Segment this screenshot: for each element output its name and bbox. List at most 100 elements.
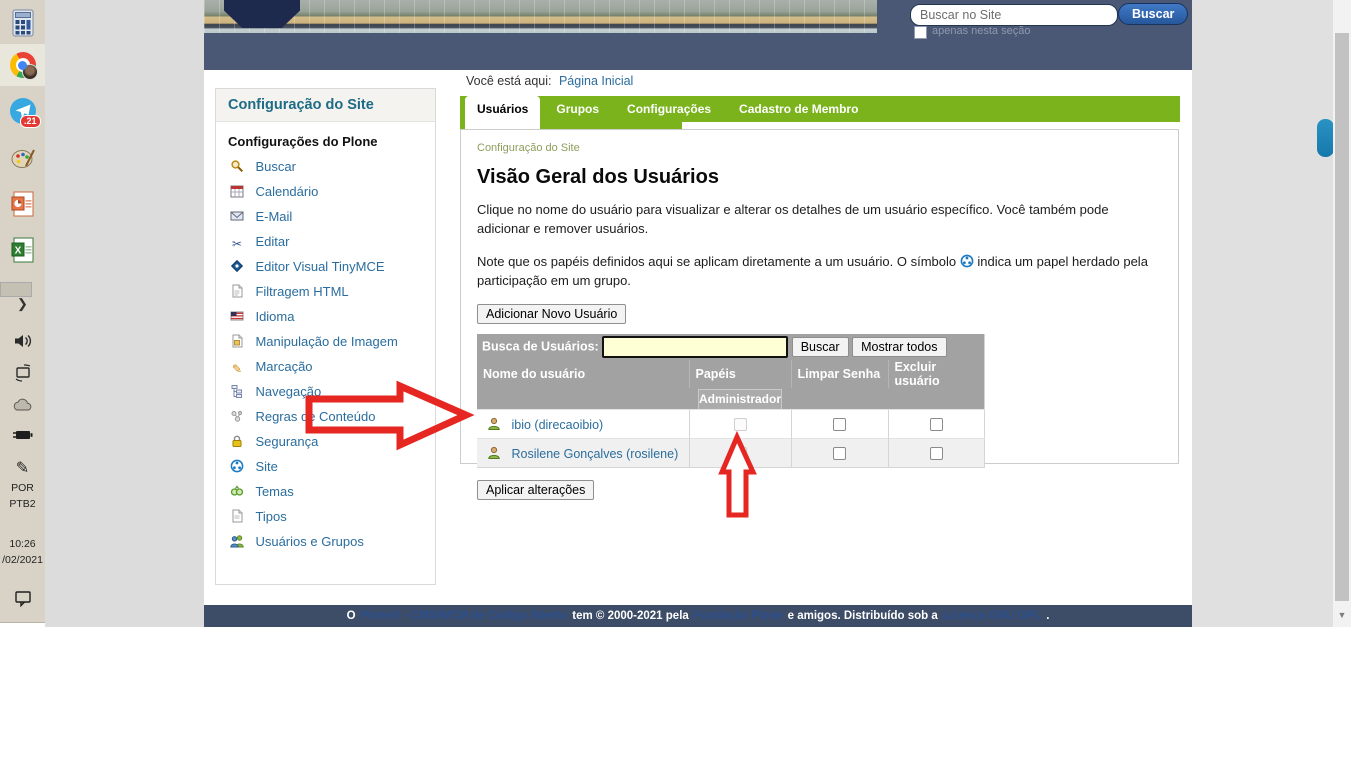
tab-usuarios[interactable]: Usuários	[465, 96, 540, 129]
sidebar-item-tinymce[interactable]: Editor Visual TinyMCE	[230, 258, 435, 276]
site-search-button[interactable]: Buscar	[1118, 3, 1188, 25]
site-setup-menu: Buscar Calendário E-Mail ✂ Editar Editor…	[216, 158, 435, 551]
col-username: Nome do usuário	[477, 360, 689, 388]
sidebar-item-filtragem-html[interactable]: Filtragem HTML	[230, 283, 435, 301]
user-search-label: Busca de Usuários:	[482, 340, 599, 354]
clock-date[interactable]: /02/2021	[0, 554, 45, 566]
tab-bar: Usuários Grupos Configurações Cadastro d…	[460, 96, 1180, 122]
desktop-background	[45, 0, 204, 627]
col-delete-user: Excluir usuário	[888, 360, 984, 388]
telegram-icon: .21	[10, 98, 36, 124]
footer-license-link[interactable]: Licença GNU GPL	[943, 610, 1041, 622]
pencil-icon: ✎	[230, 362, 244, 376]
footer-plone-link[interactable]: Plone® - CMS/WCM de Código Aberto	[361, 610, 568, 622]
delete-user-checkbox[interactable]	[930, 447, 943, 460]
clock-time[interactable]: 10:26	[0, 538, 45, 550]
sidebar-item-site[interactable]: Site	[230, 458, 435, 476]
delete-user-checkbox[interactable]	[930, 418, 943, 431]
sidebar-item-manipulacao-imagem[interactable]: Manipulação de Imagem	[230, 333, 435, 351]
col-reset-password: Limpar Senha	[791, 360, 888, 388]
sidebar-item-calendario[interactable]: Calendário	[230, 183, 435, 201]
taskbar-divider	[0, 282, 32, 297]
user-search-input[interactable]	[602, 336, 788, 358]
breadcrumb-label: Você está aqui:	[466, 74, 551, 88]
language-indicator-line1[interactable]: POR	[0, 482, 45, 494]
flag-icon	[230, 309, 244, 323]
role-admin-checkbox	[734, 447, 747, 460]
reset-password-checkbox[interactable]	[833, 447, 846, 460]
reset-password-checkbox[interactable]	[833, 418, 846, 431]
sidebar-item-label: Navegação	[255, 384, 321, 399]
sidebar-item-navegacao[interactable]: Navegação	[230, 383, 435, 401]
sidebar-item-label: Tipos	[255, 509, 286, 524]
telegram-taskbar-button[interactable]: .21	[0, 90, 45, 132]
calculator-app-icon[interactable]	[0, 2, 45, 44]
chrome-icon	[10, 52, 36, 78]
scrollbar-down-arrow[interactable]: ▼	[1333, 607, 1351, 623]
add-new-user-button[interactable]: Adicionar Novo Usuário	[477, 304, 626, 324]
show-hidden-icons-chevron[interactable]: ❯	[0, 296, 45, 312]
floating-widget-button[interactable]	[1317, 119, 1334, 157]
excel-icon: X	[11, 237, 35, 263]
table-row: Rosilene Gonçalves (rosilene)	[477, 439, 984, 468]
tab-cadastro-membro[interactable]: Cadastro de Membro	[727, 96, 870, 122]
tab-configuracoes[interactable]: Configurações	[615, 96, 723, 122]
footer-foundation-link[interactable]: Fundação Plone	[694, 610, 783, 622]
intro2-before: Note que os papéis definidos aqui se apl…	[477, 254, 956, 269]
sidebar-item-label: Usuários e Grupos	[255, 534, 363, 549]
sidebar-item-tipos[interactable]: Tipos	[230, 508, 435, 526]
breadcrumb-home-link[interactable]: Página Inicial	[559, 74, 633, 88]
email-icon	[230, 209, 244, 223]
paint-taskbar-button[interactable]	[0, 137, 45, 179]
chrome-taskbar-button[interactable]	[0, 44, 45, 86]
sidebar-item-label: E-Mail	[255, 209, 292, 224]
inherited-role-plone-icon	[960, 254, 974, 268]
telegram-badge: .21	[20, 115, 41, 128]
role-admin-checkbox	[734, 418, 747, 431]
scrollbar-thumb[interactable]	[1335, 33, 1349, 601]
document-icon	[230, 284, 244, 298]
sidebar-item-idioma[interactable]: Idioma	[230, 308, 435, 326]
sidebar-item-usuarios-grupos[interactable]: Usuários e Grupos	[230, 533, 435, 551]
speaker-icon	[13, 333, 33, 349]
users-icon	[230, 534, 244, 548]
language-indicator-line2[interactable]: PTB2	[0, 498, 45, 510]
sidebar-item-buscar[interactable]: Buscar	[230, 158, 435, 176]
sidebar-item-label: Calendário	[255, 184, 318, 199]
powerpoint-icon	[11, 191, 35, 217]
sidebar-item-temas[interactable]: Temas	[230, 483, 435, 501]
sidebar-item-label: Buscar	[255, 159, 295, 174]
role-administrador-header: Administrador	[698, 389, 782, 409]
sidebar-item-marcacao[interactable]: ✎ Marcação	[230, 358, 435, 376]
user-link[interactable]: Rosilene Gonçalves (rosilene)	[511, 447, 678, 461]
user-link[interactable]: ibio (direcaoibio)	[511, 418, 603, 432]
screen-cast-icon	[13, 364, 33, 382]
footer-text: tem © 2000-2021 pela	[572, 610, 689, 622]
user-search-button[interactable]: Buscar	[792, 337, 849, 357]
sidebar-item-regras-conteudo[interactable]: Regras de Conteúdo	[230, 408, 435, 426]
notification-center-button[interactable]	[0, 578, 45, 620]
users-table: Busca de Usuários: Buscar Mostrar todos …	[477, 334, 985, 468]
footer-text: e amigos. Distribuído sob a	[788, 610, 938, 622]
tab-grupos[interactable]: Grupos	[544, 96, 611, 122]
sidebar-item-editar[interactable]: ✂ Editar	[230, 233, 435, 251]
site-search-input[interactable]	[910, 4, 1118, 26]
excel-taskbar-button[interactable]: X	[0, 229, 45, 271]
footer-text: O	[347, 610, 356, 622]
sidebar-item-email[interactable]: E-Mail	[230, 208, 435, 226]
plone-icon	[230, 459, 244, 473]
footer-text: .	[1046, 610, 1049, 622]
scissors-icon: ✂	[230, 237, 244, 251]
portlet-subtitle: Configurações do Plone	[216, 122, 435, 151]
powerpoint-taskbar-button[interactable]	[0, 183, 45, 225]
sidebar-item-label: Idioma	[255, 309, 294, 324]
apply-changes-button[interactable]: Aplicar alterações	[477, 480, 594, 500]
search-icon	[230, 159, 244, 173]
show-all-button[interactable]: Mostrar todos	[852, 337, 946, 357]
main-content: Configuração do Site Visão Geral dos Usu…	[460, 129, 1179, 464]
sidebar-item-seguranca[interactable]: Segurança	[230, 433, 435, 451]
document-icon	[230, 509, 244, 523]
pen-icon: ✎	[16, 462, 29, 476]
site-setup-link[interactable]: Configuração do Site	[477, 142, 580, 154]
only-this-section-checkbox[interactable]	[914, 26, 927, 39]
